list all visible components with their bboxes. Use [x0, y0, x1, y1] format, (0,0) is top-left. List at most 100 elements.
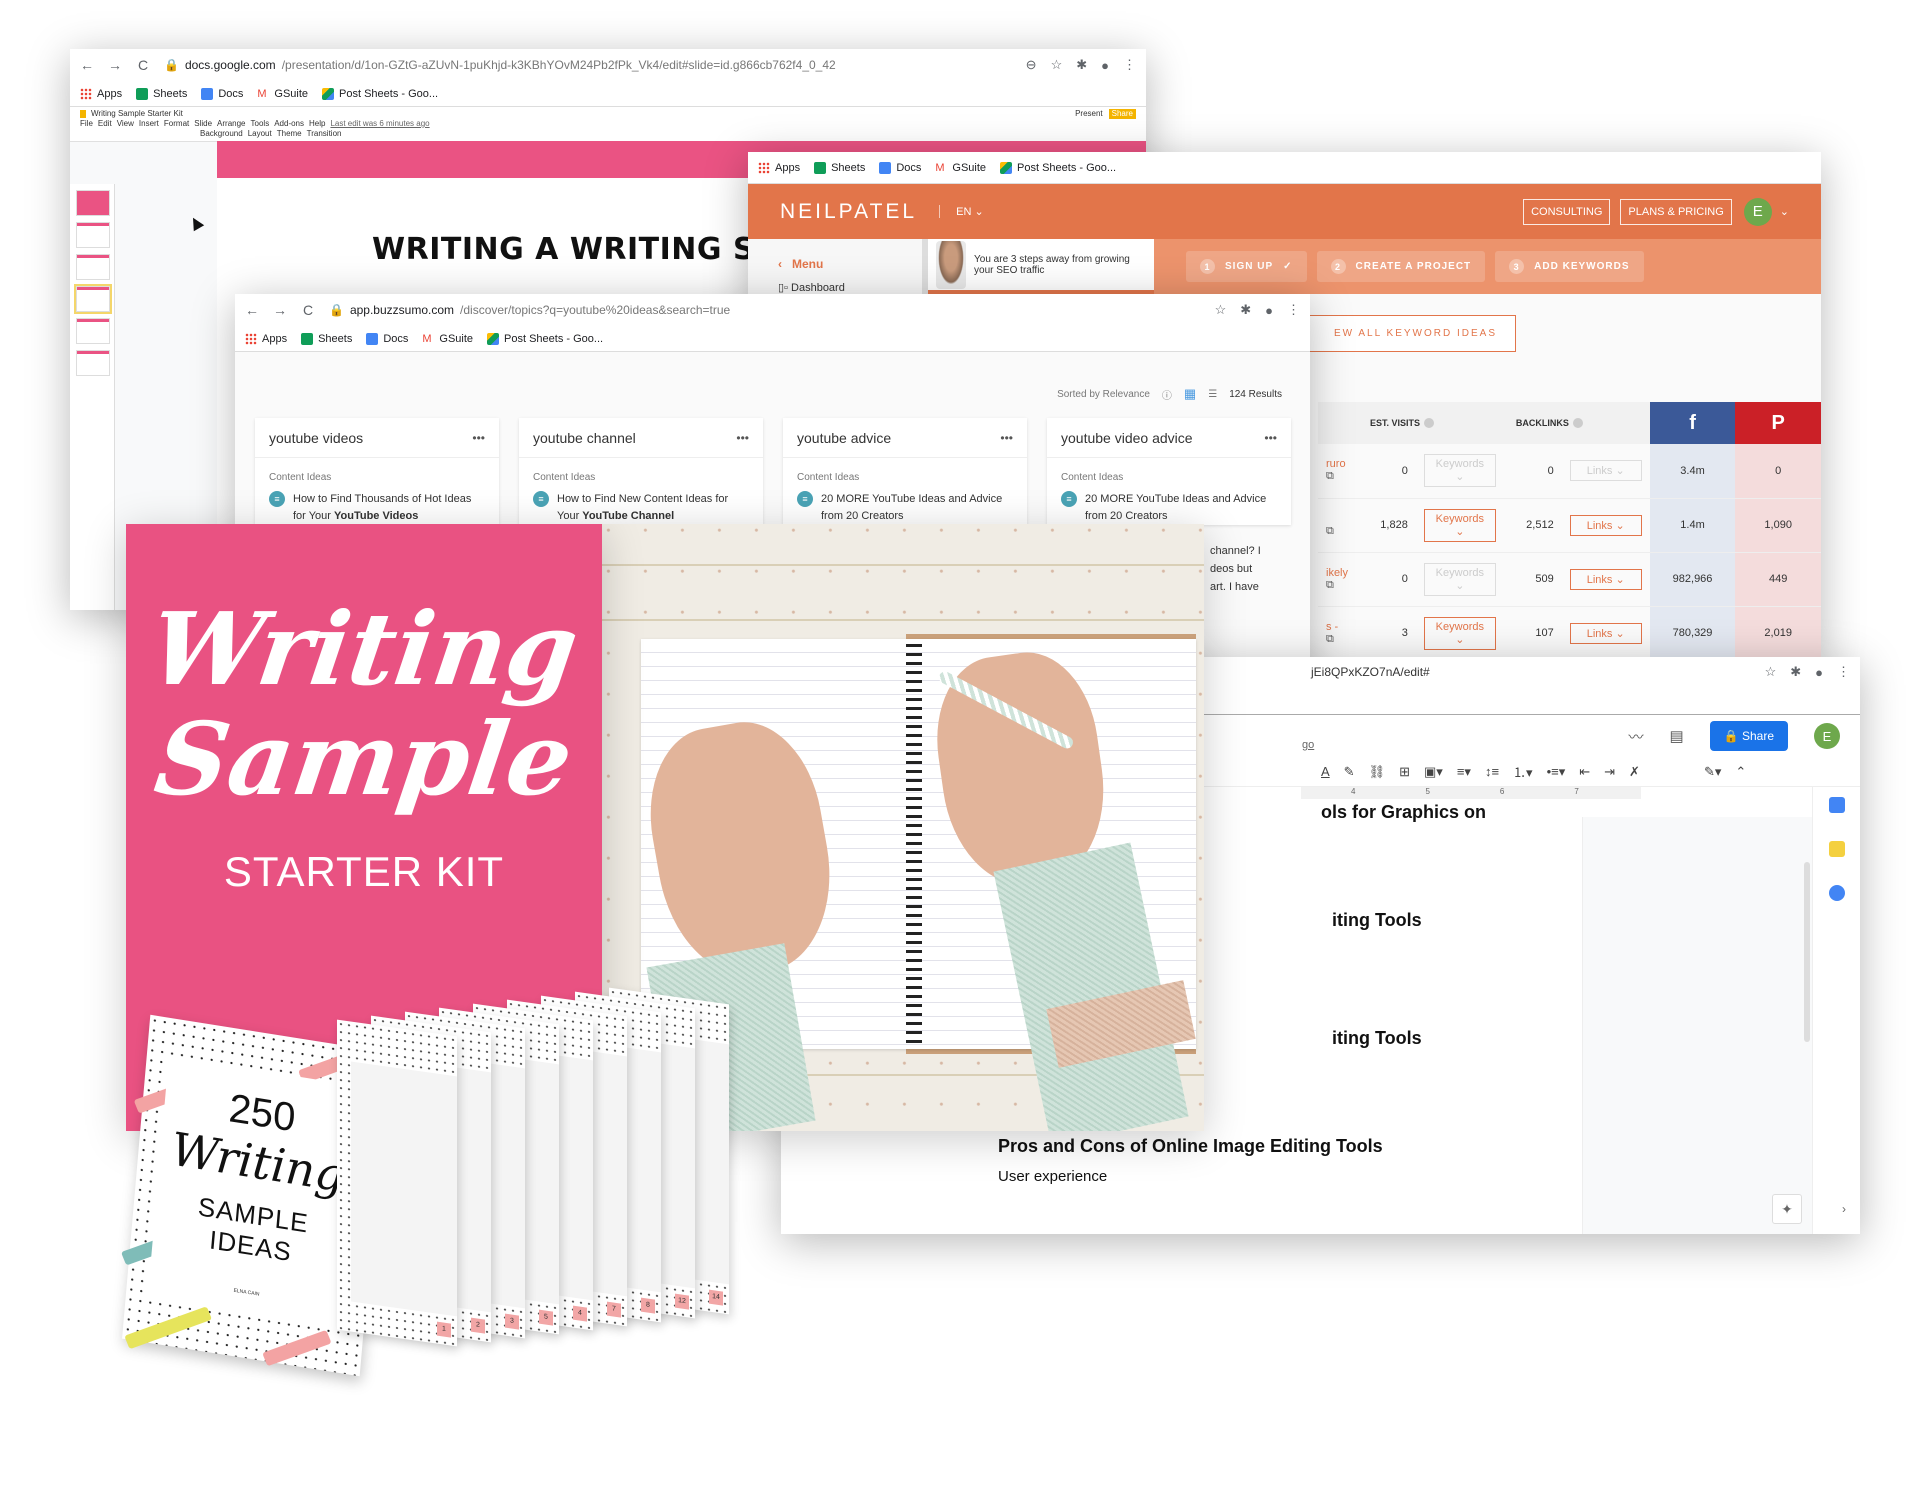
links-dropdown[interactable]: Links ⌄: [1569, 460, 1642, 482]
bookmark-docs[interactable]: Docs: [879, 161, 921, 174]
line-spacing-icon[interactable]: ↕≡: [1485, 764, 1499, 779]
toolbar-background[interactable]: Background: [200, 129, 243, 139]
links-dropdown[interactable]: Links ⌄: [1569, 622, 1642, 644]
more-options-icon[interactable]: •••: [472, 431, 485, 445]
plans-pricing-button[interactable]: PLANS & PRICING: [1620, 198, 1732, 225]
star-icon[interactable]: ☆: [1765, 664, 1777, 680]
doc-title[interactable]: Writing Sample Starter Kit: [91, 109, 183, 119]
list-view-icon[interactable]: ☰: [1208, 389, 1217, 400]
menu-toggle[interactable]: ‹ Menu: [778, 257, 922, 271]
share-button[interactable]: 🔒 Share: [1709, 721, 1788, 751]
external-link-icon[interactable]: ⧉: [1326, 633, 1334, 645]
bookmark-gsuite[interactable]: M GSuite: [257, 88, 308, 100]
menu-slide[interactable]: Slide: [194, 119, 212, 129]
star-icon[interactable]: ☆: [1215, 302, 1227, 318]
more-icon[interactable]: ⋮: [1287, 302, 1300, 318]
content-idea[interactable]: ≡ How to Find Thousands of Hot Ideas for …: [255, 491, 499, 525]
reload-icon[interactable]: C: [301, 302, 315, 318]
topic-card[interactable]: youtube advice ••• Content Ideas ≡ 20 MORE Y…: [783, 418, 1027, 525]
align-icon[interactable]: ≡▾: [1457, 764, 1471, 780]
profile-icon[interactable]: ●: [1265, 303, 1273, 318]
bookmark-apps[interactable]: Apps: [758, 161, 800, 174]
image-icon[interactable]: ▣▾: [1424, 764, 1443, 780]
user-avatar[interactable]: E: [1743, 197, 1772, 226]
step-create-project[interactable]: 2 CREATE A PROJECT: [1316, 251, 1486, 282]
menu-file[interactable]: File: [80, 119, 93, 129]
increase-indent-icon[interactable]: ⇥: [1604, 764, 1615, 780]
bookmark-apps[interactable]: Apps: [245, 332, 287, 345]
row-title[interactable]: ikely ⧉: [1318, 552, 1358, 607]
row-title[interactable]: s - ⧉: [1318, 606, 1358, 659]
user-avatar[interactable]: E: [1814, 723, 1840, 749]
sidebar-item-dashboard[interactable]: ▯▫ Dashboard: [778, 281, 922, 294]
language-selector[interactable]: EN ⌄: [939, 205, 984, 218]
bookmark-sheets[interactable]: Sheets: [301, 332, 352, 345]
menu-arrange[interactable]: Arrange: [217, 119, 245, 129]
reload-icon[interactable]: C: [136, 57, 150, 73]
neilpatel-logo[interactable]: NEILPATEL: [780, 200, 917, 224]
bookmark-sheets[interactable]: Sheets: [814, 161, 865, 174]
slide-thumbnail[interactable]: [76, 190, 110, 216]
address-bar[interactable]: 🔒 docs.google.com/presentation/d/1on-GZt…: [164, 58, 1012, 72]
external-link-icon[interactable]: ⧉: [1326, 470, 1334, 482]
toolbar-layout[interactable]: Layout: [248, 129, 272, 139]
keywords-dropdown[interactable]: Keywords ⌄: [1423, 562, 1496, 596]
links-dropdown[interactable]: Links ⌄: [1569, 568, 1642, 590]
chevron-down-icon[interactable]: ⌄: [1780, 205, 1789, 218]
bulleted-list-icon[interactable]: •≡▾: [1547, 764, 1566, 780]
expand-panel-icon[interactable]: ›: [1842, 1202, 1846, 1216]
keywords-dropdown[interactable]: Keywords ⌄: [1423, 454, 1496, 488]
keep-icon[interactable]: [1828, 841, 1845, 857]
present-button[interactable]: Present: [1075, 109, 1103, 119]
extensions-icon[interactable]: ✱: [1076, 57, 1087, 73]
back-icon[interactable]: ←: [80, 57, 94, 73]
help-icon[interactable]: [1572, 418, 1583, 429]
last-edit-link[interactable]: go: [1302, 739, 1314, 751]
bookmark-gsuite[interactable]: M GSuite: [935, 162, 986, 174]
external-link-icon[interactable]: ⧉: [1326, 579, 1334, 591]
comments-icon[interactable]: ▤: [1669, 727, 1683, 745]
extensions-icon[interactable]: ✱: [1790, 664, 1801, 680]
slide-thumbnail[interactable]: [76, 254, 110, 280]
bookmark-docs[interactable]: Docs: [366, 332, 408, 345]
more-options-icon[interactable]: •••: [736, 431, 749, 445]
slide-thumbnail[interactable]: [74, 284, 112, 314]
row-title[interactable]: ⧉: [1318, 498, 1358, 553]
bookmark-post-sheets[interactable]: Post Sheets - Goo...: [1000, 161, 1116, 174]
star-icon[interactable]: ☆: [1051, 57, 1063, 73]
scrollbar[interactable]: [1804, 862, 1810, 1042]
step-sign-up[interactable]: 1 SIGN UP ✓: [1186, 251, 1307, 282]
comment-add-icon[interactable]: ⊞: [1399, 764, 1410, 780]
bookmark-docs[interactable]: Docs: [201, 87, 243, 100]
keywords-dropdown[interactable]: Keywords ⌄: [1423, 508, 1496, 542]
menu-format[interactable]: Format: [164, 119, 189, 129]
clear-formatting-icon[interactable]: ✗: [1629, 764, 1640, 780]
more-options-icon[interactable]: •••: [1000, 431, 1013, 445]
link-icon[interactable]: ⛓: [1369, 764, 1386, 780]
profile-icon[interactable]: ●: [1815, 665, 1823, 680]
help-icon[interactable]: [1423, 418, 1434, 429]
topic-card[interactable]: youtube video advice ••• Content Ideas ≡ 20 …: [1047, 418, 1291, 525]
menu-view[interactable]: View: [117, 119, 134, 129]
toolbar-theme[interactable]: Theme: [277, 129, 302, 139]
menu-tools[interactable]: Tools: [251, 119, 270, 129]
bookmark-apps[interactable]: Apps: [80, 87, 122, 100]
more-icon[interactable]: ⋮: [1123, 57, 1136, 73]
toolbar-transition[interactable]: Transition: [307, 129, 342, 139]
keywords-dropdown[interactable]: Keywords ⌄: [1423, 616, 1496, 650]
forward-icon[interactable]: →: [273, 302, 287, 318]
explore-button[interactable]: ✦: [1772, 1194, 1802, 1224]
bookmark-sheets[interactable]: Sheets: [136, 87, 187, 100]
forward-icon[interactable]: →: [108, 57, 122, 73]
last-edit-link[interactable]: Last edit was 6 minutes ago: [330, 119, 429, 129]
grid-view-icon[interactable]: ▦: [1184, 386, 1196, 402]
menu-help[interactable]: Help: [309, 119, 325, 129]
sort-dropdown[interactable]: Sorted by Relevance: [1057, 389, 1150, 400]
content-idea[interactable]: ≡ 20 MORE YouTube Ideas and Advice from 2…: [783, 491, 1027, 525]
decrease-indent-icon[interactable]: ⇤: [1579, 764, 1590, 780]
info-icon[interactable]: ⓘ: [1162, 387, 1172, 402]
links-dropdown[interactable]: Links ⌄: [1569, 514, 1642, 536]
slide-thumbnail[interactable]: [76, 350, 110, 376]
profile-icon[interactable]: ●: [1101, 58, 1109, 73]
highlight-icon[interactable]: ✎: [1344, 764, 1355, 780]
